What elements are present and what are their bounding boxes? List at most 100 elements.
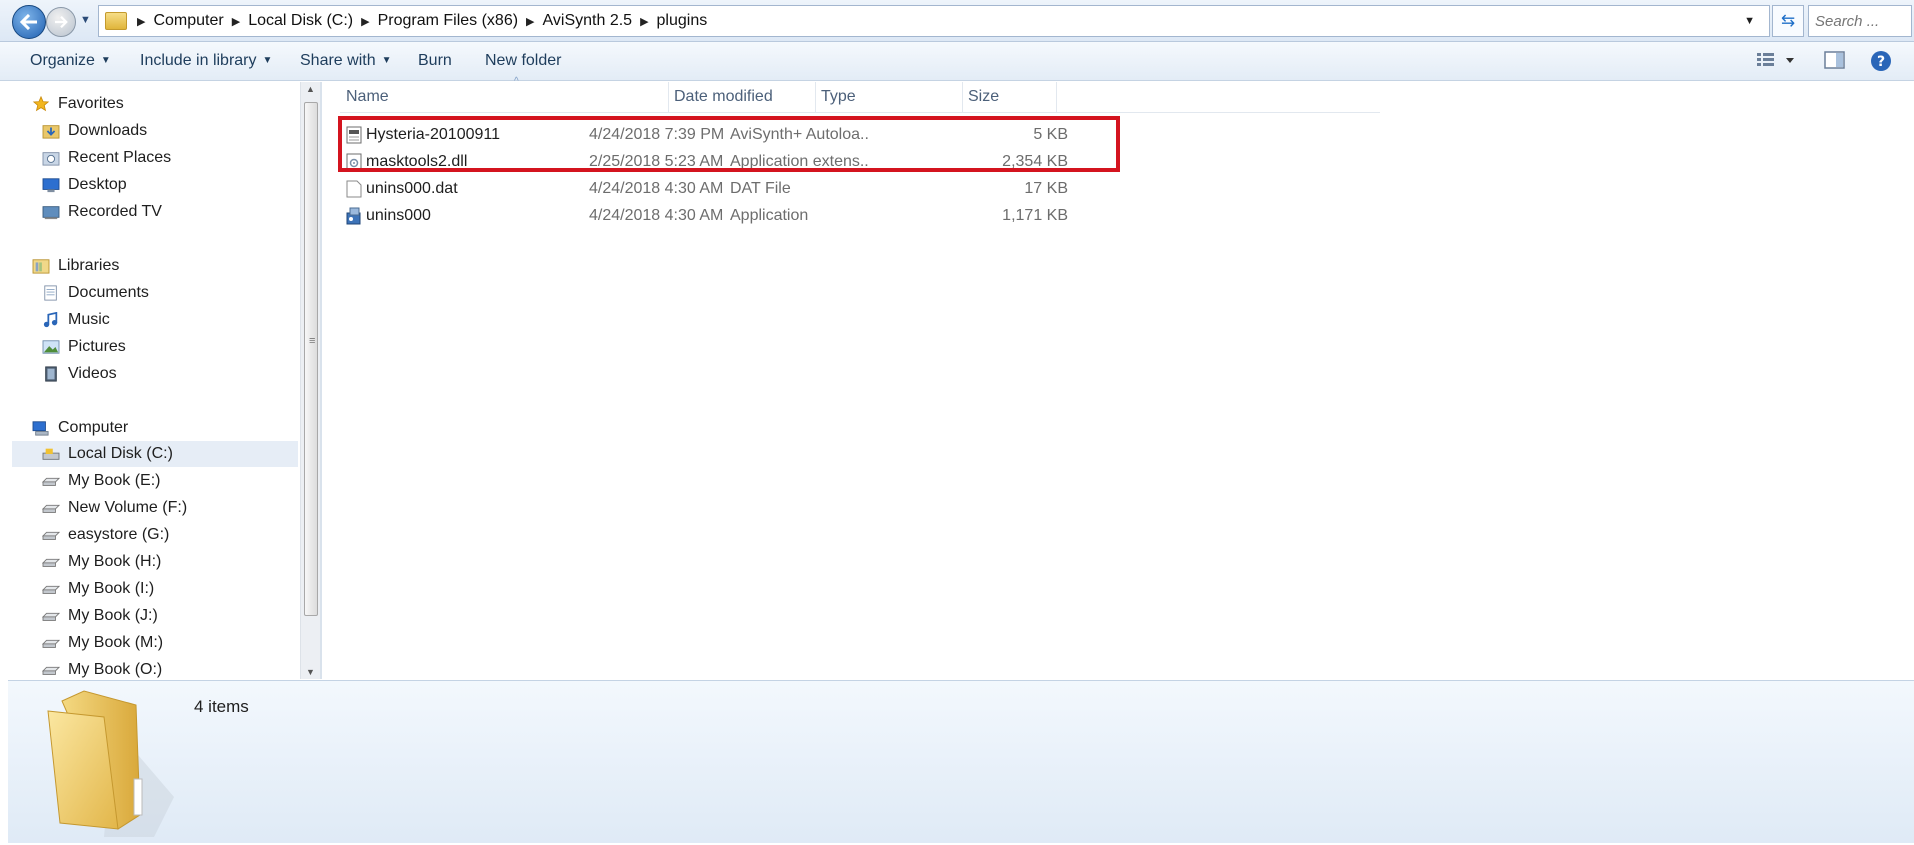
nav-drive-i[interactable]: My Book (I:) (42, 576, 154, 602)
libraries-icon (32, 259, 50, 274)
recent-pages-dropdown-icon[interactable]: ▼ (80, 14, 91, 26)
back-button[interactable] (12, 5, 46, 39)
preview-pane-button[interactable] (1824, 50, 1846, 75)
large-folder-icon (47, 690, 174, 837)
highlight-annotation-box (338, 116, 1120, 172)
item-count: 4 items (194, 697, 249, 716)
file-date: 4/24/2018 4:30 AM (589, 180, 724, 197)
breadcrumb-program-files[interactable]: Program Files (x86) (378, 12, 518, 30)
file-name: unins000.dat (366, 180, 458, 197)
hard-drive-icon (42, 639, 60, 648)
nav-music[interactable]: Music (42, 307, 110, 333)
hard-drive-icon (42, 558, 60, 567)
column-name[interactable]: Name (340, 82, 669, 112)
help-button[interactable]: ? (1870, 50, 1892, 77)
nav-computer[interactable]: Computer (32, 415, 128, 441)
file-type: DAT File (730, 180, 791, 197)
chevron-right-icon[interactable]: ▶ (526, 15, 534, 28)
scroll-down-icon[interactable]: ▼ (306, 667, 315, 677)
help-icon: ? (1871, 51, 1891, 71)
address-dropdown-icon[interactable]: ▼ (1744, 15, 1755, 27)
breadcrumb-plugins[interactable]: plugins (657, 12, 708, 30)
nav-downloads[interactable]: Downloads (42, 118, 147, 144)
breadcrumb[interactable]: ▶ Computer ▶ Local Disk (C:) ▶ Program F… (98, 5, 1770, 37)
installer-app-icon (346, 207, 361, 225)
nav-libraries[interactable]: Libraries (32, 253, 119, 279)
forward-arrow-icon (55, 16, 68, 28)
nav-recent-places[interactable]: Recent Places (42, 145, 171, 171)
star-icon (32, 96, 50, 112)
file-name: unins000 (366, 207, 431, 224)
chevron-right-icon[interactable]: ▶ (640, 15, 648, 28)
chevron-right-icon[interactable]: ▶ (137, 15, 145, 28)
file-row[interactable]: unins000.dat 4/24/2018 4:30 AM DAT File … (340, 176, 1090, 202)
command-bar: Organize ▼ Include in library ▼ Share with… (0, 42, 1914, 81)
nav-videos[interactable]: Videos (42, 361, 117, 387)
column-header: ^ Name Date modified Type Size (340, 76, 1380, 113)
column-size[interactable]: Size (962, 82, 1057, 112)
include-in-library-button[interactable]: Include in library ▼ (140, 52, 272, 70)
file-size: 17 KB (1024, 180, 1068, 197)
recent-places-icon (42, 152, 60, 166)
breadcrumb-local-disk[interactable]: Local Disk (C:) (248, 12, 353, 30)
view-options-button[interactable] (1756, 50, 1796, 75)
nav-drive-g[interactable]: easystore (G:) (42, 522, 169, 548)
file-row[interactable]: unins000 4/24/2018 4:30 AM Application 1… (340, 203, 1090, 229)
nav-documents[interactable]: Documents (42, 280, 149, 306)
chevron-right-icon[interactable]: ▶ (361, 15, 369, 28)
nav-drive-m[interactable]: My Book (M:) (42, 630, 163, 656)
refresh-button[interactable]: ⇆ (1772, 5, 1804, 37)
share-with-button[interactable]: Share with ▼ (300, 52, 392, 70)
chevron-right-icon[interactable]: ▶ (232, 15, 240, 28)
column-type[interactable]: Type (815, 82, 963, 112)
back-arrow-icon (20, 14, 37, 30)
hard-drive-icon (42, 504, 60, 513)
caret-down-icon: ▼ (262, 55, 273, 66)
nav-drive-o[interactable]: My Book (O:) (42, 657, 162, 679)
file-date: 4/24/2018 4:30 AM (589, 207, 724, 224)
new-folder-button[interactable]: New folder (485, 52, 561, 70)
nav-scrollbar[interactable]: ▲ ≡ ▼ (300, 82, 321, 679)
grip-icon: ≡ (309, 335, 316, 347)
videos-icon (45, 366, 57, 382)
hard-drive-icon (42, 585, 60, 594)
nav-scrollbar-thumb[interactable]: ≡ (304, 102, 318, 616)
scroll-up-icon[interactable]: ▲ (306, 84, 315, 94)
nav-drive-f[interactable]: New Volume (F:) (42, 495, 187, 521)
folder-icon (105, 12, 127, 30)
breadcrumb-avisynth[interactable]: AviSynth 2.5 (543, 12, 633, 30)
nav-drive-c[interactable]: Local Disk (C:) (12, 441, 298, 467)
organize-button[interactable]: Organize ▼ (30, 52, 111, 70)
file-type: Application (730, 207, 809, 224)
nav-favorites[interactable]: Favorites (32, 91, 124, 117)
computer-icon (32, 421, 49, 436)
breadcrumb-computer[interactable]: Computer (153, 12, 223, 30)
forward-button[interactable] (46, 7, 76, 37)
nav-drive-h[interactable]: My Book (H:) (42, 549, 161, 575)
hard-drive-icon (42, 531, 60, 540)
caret-down-icon: ▼ (381, 55, 392, 66)
nav-desktop[interactable]: Desktop (42, 172, 127, 198)
music-icon (43, 312, 58, 328)
address-bar: ▼ ▶ Computer ▶ Local Disk (C:) ▶ Program… (0, 0, 1914, 42)
nav-pictures[interactable]: Pictures (42, 334, 126, 360)
documents-icon (44, 285, 57, 301)
nav-recorded-tv[interactable]: Recorded TV (42, 199, 162, 225)
hard-drive-icon (42, 666, 60, 675)
refresh-icon: ⇆ (1780, 11, 1796, 30)
column-date-modified[interactable]: Date modified (668, 82, 816, 112)
recorded-tv-icon (42, 206, 60, 220)
details-pane: 4 items (8, 680, 1914, 843)
caret-down-icon: ▼ (100, 55, 111, 66)
search-input[interactable] (1809, 6, 1913, 36)
search-box[interactable] (1808, 5, 1913, 37)
details-view-icon (1757, 53, 1794, 66)
nav-drive-e[interactable]: My Book (E:) (42, 468, 160, 494)
nav-drive-j[interactable]: My Book (J:) (42, 603, 158, 629)
hard-drive-icon (42, 612, 60, 621)
desktop-icon (42, 178, 60, 193)
preview-pane-icon (1824, 51, 1845, 69)
burn-button[interactable]: Burn (418, 52, 452, 70)
blank-file-icon (346, 180, 362, 198)
navigation-pane: Favorites Downloads Recent Places Deskto… (8, 82, 298, 679)
